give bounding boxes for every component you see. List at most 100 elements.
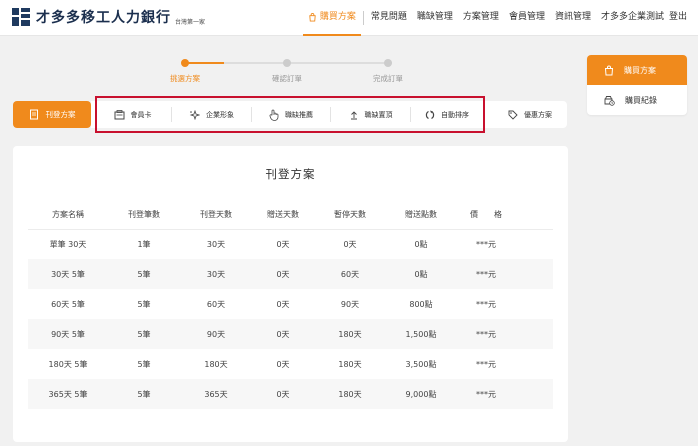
cell-pause-days: 0天 (343, 239, 357, 249)
nav-faq[interactable]: 常見問題 (366, 0, 412, 36)
cell-price: ***元 (476, 239, 496, 249)
cell-count: 5筆 (137, 359, 151, 369)
step-dot-2 (283, 59, 291, 67)
cell-count: 5筆 (137, 299, 151, 309)
cell-bonus-days: 0天 (252, 379, 314, 409)
cell-count: 5筆 (108, 379, 180, 409)
cell-price: ***元 (456, 259, 516, 289)
side-panel: 購買方案 購買紀錄 (587, 55, 687, 115)
top-header: 才多多移工人力銀行 台灣第一家 購買方案 常見問題 職缺管理 方案管理 會員管理… (0, 0, 698, 36)
col-spacer (516, 200, 553, 230)
cell-plan-name: 90天 5筆 (28, 319, 108, 349)
side-purchase-history-label: 購買紀錄 (625, 95, 657, 105)
cell-points: 1,500點 (386, 319, 456, 349)
col-bonus-points: 贈送點數 (386, 200, 456, 230)
cell-points: 3,500點 (405, 359, 437, 369)
col-pause-days: 暫停天數 (314, 200, 386, 230)
cell-plan-name: 60天 5筆 (51, 299, 85, 309)
cell-days: 30天 (206, 239, 226, 249)
cell-days: 180天 (204, 359, 228, 369)
cell-count: 5筆 (108, 259, 180, 289)
shop-clock-icon (604, 95, 615, 106)
plan-card: 刊登方案 方案名稱 刊登筆數 刊登天數 贈送天數 暫停天數 贈送點數 價 格 單… (13, 146, 568, 442)
document-icon (29, 109, 38, 120)
side-buy-plan-label: 購買方案 (624, 65, 656, 75)
logo-mark-icon (12, 8, 30, 26)
col-plan-name: 方案名稱 (28, 200, 108, 230)
nav-buy-plan[interactable]: 購買方案 (302, 0, 361, 36)
cell-spacer (516, 229, 553, 259)
cell-pause-days: 180天 (338, 359, 362, 369)
cell-points: 0點 (386, 259, 456, 289)
col-listing-count: 刊登筆數 (108, 200, 180, 230)
logo-text: 才多多移工人力銀行 (36, 10, 171, 26)
cell-spacer (516, 349, 553, 379)
cell-price: ***元 (456, 319, 516, 349)
cell-bonus-days: 0天 (276, 299, 290, 309)
cell-spacer (516, 379, 553, 409)
tab-discount-plan[interactable]: 優惠方案 (495, 101, 565, 128)
step-dot-1 (181, 59, 189, 67)
table-row: 365天 5筆 5筆 365天 0天 180天 9,000點 ***元 (28, 379, 553, 409)
cell-days: 60天 (206, 299, 226, 309)
step-label-select: 挑選方案 (170, 74, 200, 83)
side-purchase-history[interactable]: 購買紀錄 (587, 85, 687, 115)
cell-days: 365天 (180, 379, 252, 409)
logo[interactable]: 才多多移工人力銀行 台灣第一家 (12, 7, 205, 27)
cell-price: ***元 (476, 359, 496, 369)
shopping-bag-icon (309, 12, 316, 22)
tab-discount-plan-label: 優惠方案 (524, 110, 552, 119)
table-row: 90天 5筆 5筆 90天 0天 180天 1,500點 ***元 (28, 319, 553, 349)
cell-count: 1筆 (137, 239, 151, 249)
tag-icon (508, 110, 518, 120)
nav-plan-management[interactable]: 方案管理 (458, 0, 504, 36)
card-title: 刊登方案 (265, 167, 316, 181)
cell-points: 0點 (414, 239, 428, 249)
table-row: 60天 5筆 5筆 60天 0天 90天 800點 ***元 (28, 289, 553, 319)
plan-table: 方案名稱 刊登筆數 刊登天數 贈送天數 暫停天數 贈送點數 價 格 單筆 30天… (28, 200, 553, 409)
cell-spacer (516, 319, 553, 349)
table-row: 180天 5筆 5筆 180天 0天 180天 3,500點 ***元 (28, 349, 553, 379)
order-steps: 挑選方案 確認訂單 完成訂單 (150, 56, 420, 86)
tab-listing-plan-label: 刊登方案 (45, 110, 76, 119)
cell-bonus-days: 0天 (252, 259, 314, 289)
cell-plan-name: 單筆 30天 (49, 239, 87, 249)
nav-divider (362, 11, 364, 25)
col-listing-days: 刊登天數 (180, 200, 252, 230)
cell-bonus-days: 0天 (276, 359, 290, 369)
cell-price: ***元 (456, 379, 516, 409)
step-line-done (184, 62, 224, 64)
cell-plan-name: 30天 5筆 (28, 259, 108, 289)
table-row: 單筆 30天 1筆 30天 0天 0天 0點 ***元 (28, 229, 553, 259)
logo-subtitle: 台灣第一家 (175, 18, 206, 26)
highlight-box (95, 96, 485, 133)
nav-info-management[interactable]: 資訊管理 (550, 0, 596, 36)
step-label-confirm: 確認訂單 (272, 74, 302, 83)
table-row: 30天 5筆 5筆 30天 0天 60天 0點 ***元 (28, 259, 553, 289)
cell-plan-name: 180天 5筆 (48, 359, 88, 369)
cell-spacer (516, 259, 553, 289)
nav-buy-plan-label: 購買方案 (319, 12, 356, 22)
cell-spacer (516, 289, 553, 319)
tab-listing-plan[interactable]: 刊登方案 (13, 101, 91, 128)
nav-member-management[interactable]: 會員管理 (504, 0, 550, 36)
cell-points: 800點 (409, 299, 433, 309)
cell-plan-name: 365天 5筆 (28, 379, 108, 409)
cell-pause-days: 180天 (314, 379, 386, 409)
step-line (224, 62, 392, 64)
nav-company-name[interactable]: 才多多企業測試 (596, 0, 669, 36)
cell-points: 9,000點 (386, 379, 456, 409)
step-dot-3 (384, 59, 392, 67)
cell-price: ***元 (476, 299, 496, 309)
step-label-complete: 完成訂單 (373, 74, 403, 83)
cell-days: 30天 (180, 259, 252, 289)
cell-bonus-days: 0天 (276, 239, 290, 249)
cell-pause-days: 60天 (314, 259, 386, 289)
col-bonus-days: 贈送天數 (252, 200, 314, 230)
side-buy-plan[interactable]: 購買方案 (587, 55, 687, 85)
table-header-row: 方案名稱 刊登筆數 刊登天數 贈送天數 暫停天數 贈送點數 價 格 (28, 200, 553, 230)
nav-logout[interactable]: 登出 (669, 0, 692, 36)
nav-job-management[interactable]: 職缺管理 (412, 0, 458, 36)
cell-count: 5筆 (108, 319, 180, 349)
shopping-bag-icon (604, 65, 614, 75)
